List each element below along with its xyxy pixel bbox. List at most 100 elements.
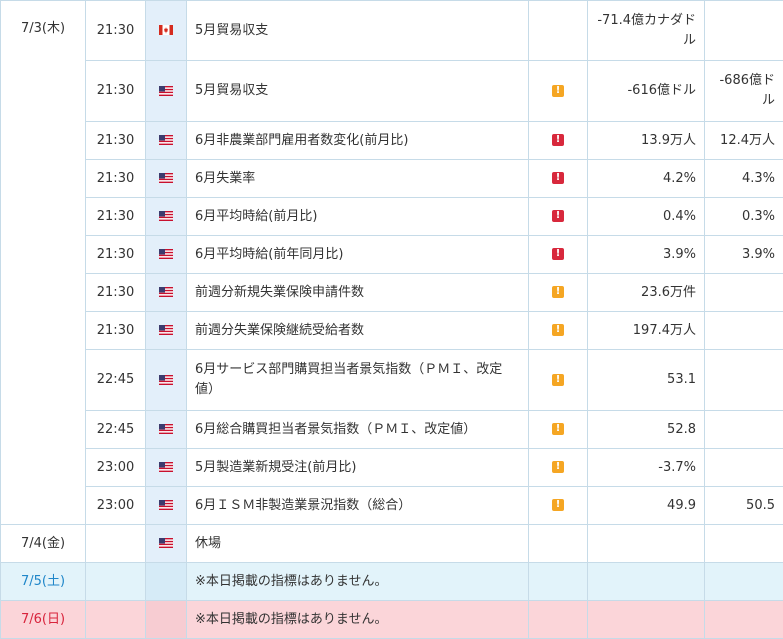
time-cell: 21:30 — [86, 1, 146, 61]
table-row: 21:30 6月平均時給(前年同月比) ! 3.9% 3.9% — [1, 236, 783, 274]
importance-high-icon: ! — [552, 248, 564, 260]
forecast-value — [705, 525, 783, 563]
previous-value — [588, 601, 705, 639]
time-cell: 21:30 — [86, 236, 146, 274]
indicator-name[interactable]: 6月平均時給(前月比) — [187, 198, 529, 236]
time-cell: 21:30 — [86, 274, 146, 312]
previous-value: 4.2% — [588, 160, 705, 198]
importance-cell — [529, 563, 588, 601]
importance-mid-icon: ! — [552, 461, 564, 473]
previous-value: 197.4万人 — [588, 312, 705, 350]
previous-value: 3.9% — [588, 236, 705, 274]
previous-value: 53.1 — [588, 350, 705, 411]
importance-cell — [529, 601, 588, 639]
previous-value — [588, 525, 705, 563]
flag-cell — [146, 563, 187, 601]
table-row: 22:45 6月サービス部門購買担当者景気指数（ＰＭＩ、改定値） ! 53.1 — [1, 350, 783, 411]
time-cell: 21:30 — [86, 61, 146, 122]
importance-cell — [529, 1, 588, 61]
indicator-name[interactable]: 6月失業率 — [187, 160, 529, 198]
indicator-name[interactable]: 5月貿易収支 — [187, 61, 529, 122]
importance-high-icon: ! — [552, 134, 564, 146]
previous-value: 13.9万人 — [588, 122, 705, 160]
previous-value: -71.4億カナダドル — [588, 1, 705, 61]
importance-mid-icon: ! — [552, 85, 564, 97]
indicator-name[interactable]: 6月非農業部門雇用者数変化(前月比) — [187, 122, 529, 160]
date-cell: 7/3(木) — [1, 1, 86, 525]
importance-high-icon: ! — [552, 210, 564, 222]
us-flag-icon — [146, 525, 187, 563]
date-cell: 7/4(金) — [1, 525, 86, 563]
date-cell: 7/5(土) — [1, 563, 86, 601]
time-cell: 23:00 — [86, 487, 146, 525]
forecast-value — [705, 411, 783, 449]
forecast-value — [705, 274, 783, 312]
us-flag-icon — [146, 236, 187, 274]
canada-flag-icon — [146, 1, 187, 61]
forecast-value — [705, 449, 783, 487]
date-cell: 7/6(日) — [1, 601, 86, 639]
us-flag-icon — [146, 487, 187, 525]
time-cell: 23:00 — [86, 449, 146, 487]
table-row: 7/6(日) ※本日掲載の指標はありません。 — [1, 601, 783, 639]
no-events-message: ※本日掲載の指標はありません。 — [187, 601, 529, 639]
us-flag-icon — [146, 411, 187, 449]
importance-mid-icon: ! — [552, 423, 564, 435]
importance-high-icon: ! — [552, 172, 564, 184]
us-flag-icon — [146, 274, 187, 312]
forecast-value — [705, 312, 783, 350]
forecast-value: 0.3% — [705, 198, 783, 236]
importance-mid-icon: ! — [552, 324, 564, 336]
table-row: 7/5(土) ※本日掲載の指標はありません。 — [1, 563, 783, 601]
table-row: 21:30 6月平均時給(前月比) ! 0.4% 0.3% — [1, 198, 783, 236]
forecast-value — [705, 1, 783, 61]
us-flag-icon — [146, 312, 187, 350]
indicator-name: 休場 — [187, 525, 529, 563]
us-flag-icon — [146, 61, 187, 122]
time-cell: 22:45 — [86, 350, 146, 411]
flag-cell — [146, 601, 187, 639]
time-cell — [86, 563, 146, 601]
us-flag-icon — [146, 122, 187, 160]
indicator-name[interactable]: 6月サービス部門購買担当者景気指数（ＰＭＩ、改定値） — [187, 350, 529, 411]
importance-mid-icon: ! — [552, 374, 564, 386]
table-row: 21:30 前週分新規失業保険申請件数 ! 23.6万件 — [1, 274, 783, 312]
time-cell: 21:30 — [86, 122, 146, 160]
forecast-value — [705, 563, 783, 601]
importance-mid-icon: ! — [552, 286, 564, 298]
forecast-value: 12.4万人 — [705, 122, 783, 160]
table-row: 21:30 5月貿易収支 ! -616億ドル -686億ドル — [1, 61, 783, 122]
indicator-name[interactable]: 5月貿易収支 — [187, 1, 529, 61]
previous-value: 52.8 — [588, 411, 705, 449]
previous-value: 0.4% — [588, 198, 705, 236]
forecast-value: 4.3% — [705, 160, 783, 198]
time-cell: 22:45 — [86, 411, 146, 449]
table-row: 21:30 6月失業率 ! 4.2% 4.3% — [1, 160, 783, 198]
indicator-name[interactable]: 6月総合購買担当者景気指数（ＰＭＩ、改定値） — [187, 411, 529, 449]
forecast-value: 50.5 — [705, 487, 783, 525]
time-cell — [86, 601, 146, 639]
indicator-name[interactable]: 5月製造業新規受注(前月比) — [187, 449, 529, 487]
importance-cell — [529, 525, 588, 563]
indicator-name[interactable]: 6月ＩＳＭ非製造業景況指数（総合） — [187, 487, 529, 525]
forecast-value: 3.9% — [705, 236, 783, 274]
forecast-value — [705, 601, 783, 639]
table-row: 21:30 6月非農業部門雇用者数変化(前月比) ! 13.9万人 12.4万人 — [1, 122, 783, 160]
forecast-value — [705, 350, 783, 411]
previous-value — [588, 563, 705, 601]
indicator-name[interactable]: 前週分新規失業保険申請件数 — [187, 274, 529, 312]
indicator-name[interactable]: 前週分失業保険継続受給者数 — [187, 312, 529, 350]
table-row: 22:45 6月総合購買担当者景気指数（ＰＭＩ、改定値） ! 52.8 — [1, 411, 783, 449]
us-flag-icon — [146, 198, 187, 236]
table-row: 23:00 6月ＩＳＭ非製造業景況指数（総合） ! 49.9 50.5 — [1, 487, 783, 525]
forecast-value: -686億ドル — [705, 61, 783, 122]
table-row: 23:00 5月製造業新規受注(前月比) ! -3.7% — [1, 449, 783, 487]
us-flag-icon — [146, 350, 187, 411]
economic-calendar-table: 7/3(木) 21:30 5月貿易収支 -71.4億カナダドル 21:30 5月… — [0, 0, 783, 639]
table-row: 7/4(金) 休場 — [1, 525, 783, 563]
previous-value: 23.6万件 — [588, 274, 705, 312]
indicator-name[interactable]: 6月平均時給(前年同月比) — [187, 236, 529, 274]
table-row: 7/3(木) 21:30 5月貿易収支 -71.4億カナダドル — [1, 1, 783, 61]
previous-value: -616億ドル — [588, 61, 705, 122]
table-row: 21:30 前週分失業保険継続受給者数 ! 197.4万人 — [1, 312, 783, 350]
